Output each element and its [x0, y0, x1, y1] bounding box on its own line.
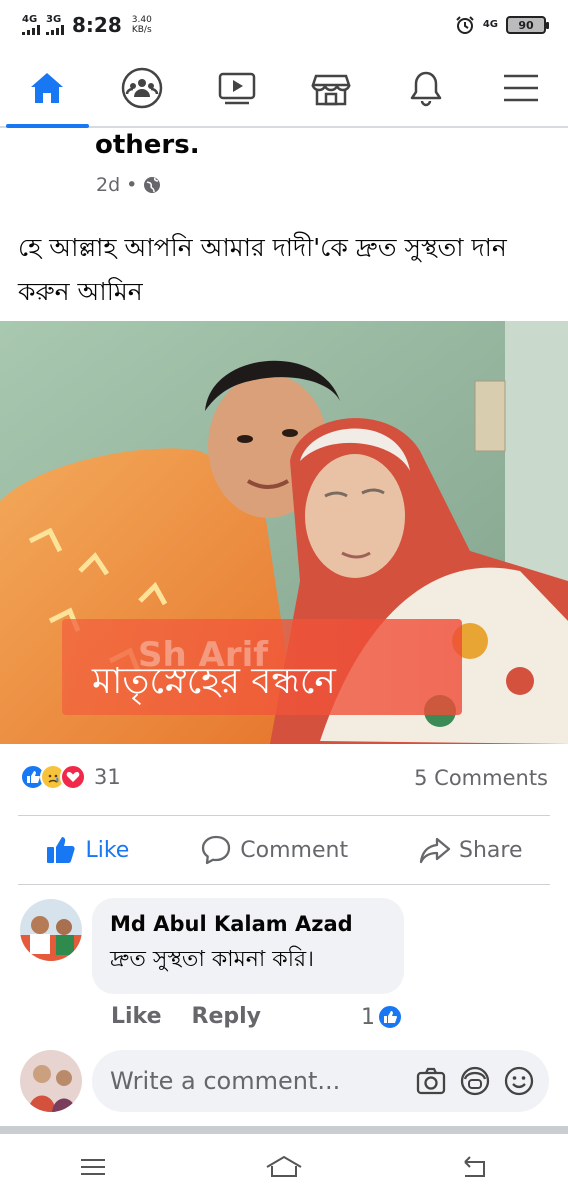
share-label: Share [459, 837, 523, 863]
comment-composer [92, 1050, 549, 1112]
share-button[interactable]: Share [419, 834, 523, 866]
like-button[interactable]: Like [45, 834, 129, 866]
meta-separator: • [126, 174, 138, 196]
network-type-2: 3G [46, 14, 62, 25]
post-meta: 2d • [96, 174, 161, 196]
reaction-count: 31 [94, 765, 121, 789]
system-nav [0, 1134, 568, 1200]
nav-notifications[interactable] [379, 50, 474, 126]
watch-icon [218, 72, 255, 105]
comment-button[interactable]: Comment [200, 834, 348, 866]
post-text: হে আল্লাহ আপনি আমার দাদী'কে দ্রুত সুস্থত… [18, 233, 507, 306]
my-avatar[interactable] [20, 1050, 82, 1112]
status-right: 4G 90 [455, 15, 549, 35]
status-bar: 4G 3G 8:28 3.40 KB/s 4G 90 [0, 0, 568, 50]
signal-icon-3: 4G [483, 20, 498, 30]
love-reaction-icon [60, 764, 86, 790]
recent-apps-icon[interactable] [78, 1152, 108, 1182]
groups-icon [121, 67, 163, 109]
comment-icon [202, 835, 231, 865]
nav-menu[interactable] [473, 50, 568, 126]
alarm-icon [456, 16, 474, 34]
clock: 8:28 [72, 13, 122, 37]
comment-text: দ্রুত সুস্থতা কামনা করি। [110, 947, 314, 972]
thumbs-up-icon [47, 837, 76, 863]
back-icon[interactable] [460, 1152, 490, 1182]
feed-separator [0, 1126, 568, 1134]
comment-like-button[interactable]: Like [111, 1004, 162, 1029]
battery-level: 90 [518, 18, 534, 32]
status-left: 4G 3G 8:28 3.40 KB/s [22, 13, 152, 37]
comment-label: Comment [240, 837, 349, 863]
network-type-1: 4G [22, 14, 38, 25]
post-photo[interactable]: Sh Arif মাতৃস্নেহের বন্ধনে [0, 321, 568, 744]
comment-like-count[interactable]: 1 [361, 1004, 403, 1030]
share-icon [419, 837, 451, 864]
network-speed: 3.40 KB/s [132, 15, 152, 35]
avatar-sticker-icon[interactable] [459, 1065, 491, 1097]
marketplace-icon [311, 74, 352, 106]
divider-bottom [18, 884, 550, 885]
signal-icon: 4G [22, 15, 40, 35]
home-button-icon[interactable] [264, 1152, 304, 1182]
reaction-summary[interactable]: 31 [20, 764, 121, 790]
network-type-3: 4G [482, 19, 498, 30]
emoji-icon[interactable] [503, 1065, 535, 1097]
battery-icon: 90 [506, 16, 549, 34]
comment-like-number: 1 [361, 1004, 375, 1030]
home-icon [31, 73, 64, 103]
commenter-avatar[interactable] [20, 899, 82, 961]
top-nav [0, 50, 568, 128]
comment-input[interactable] [110, 1067, 415, 1095]
camera-icon[interactable] [415, 1065, 447, 1097]
nav-home[interactable] [0, 50, 95, 128]
globe-icon [144, 177, 161, 193]
comment-bubble[interactable]: Md Abul Kalam Azad দ্রুত সুস্থতা কামনা ক… [92, 898, 404, 994]
post-author-fragment[interactable]: others. [95, 130, 200, 160]
notifications-icon [410, 71, 442, 107]
comment-author[interactable]: Md Abul Kalam Azad [110, 912, 386, 936]
speed-value: 3.40 [131, 15, 152, 25]
comment-like-icon [377, 1004, 403, 1030]
comments-count[interactable]: 5 Comments [414, 766, 548, 790]
signal-icon-2: 3G [46, 15, 64, 35]
comment-actions: Like Reply [111, 1004, 261, 1029]
nav-watch[interactable] [189, 50, 284, 126]
photo-caption: মাতৃস্নেহের বন্ধনে [91, 661, 336, 705]
post-time[interactable]: 2d [96, 174, 120, 196]
nav-marketplace[interactable] [284, 50, 379, 126]
composer-icons [415, 1065, 535, 1097]
nav-groups[interactable] [95, 50, 190, 126]
comment-reply-button[interactable]: Reply [192, 1004, 262, 1029]
photo-illustration: Sh Arif মাতৃস্নেহের বন্ধনে [0, 321, 568, 744]
menu-icon [503, 74, 538, 102]
like-label: Like [85, 837, 130, 863]
post-actions: Like Comment Share [0, 816, 568, 884]
speed-unit: KB/s [131, 25, 152, 35]
